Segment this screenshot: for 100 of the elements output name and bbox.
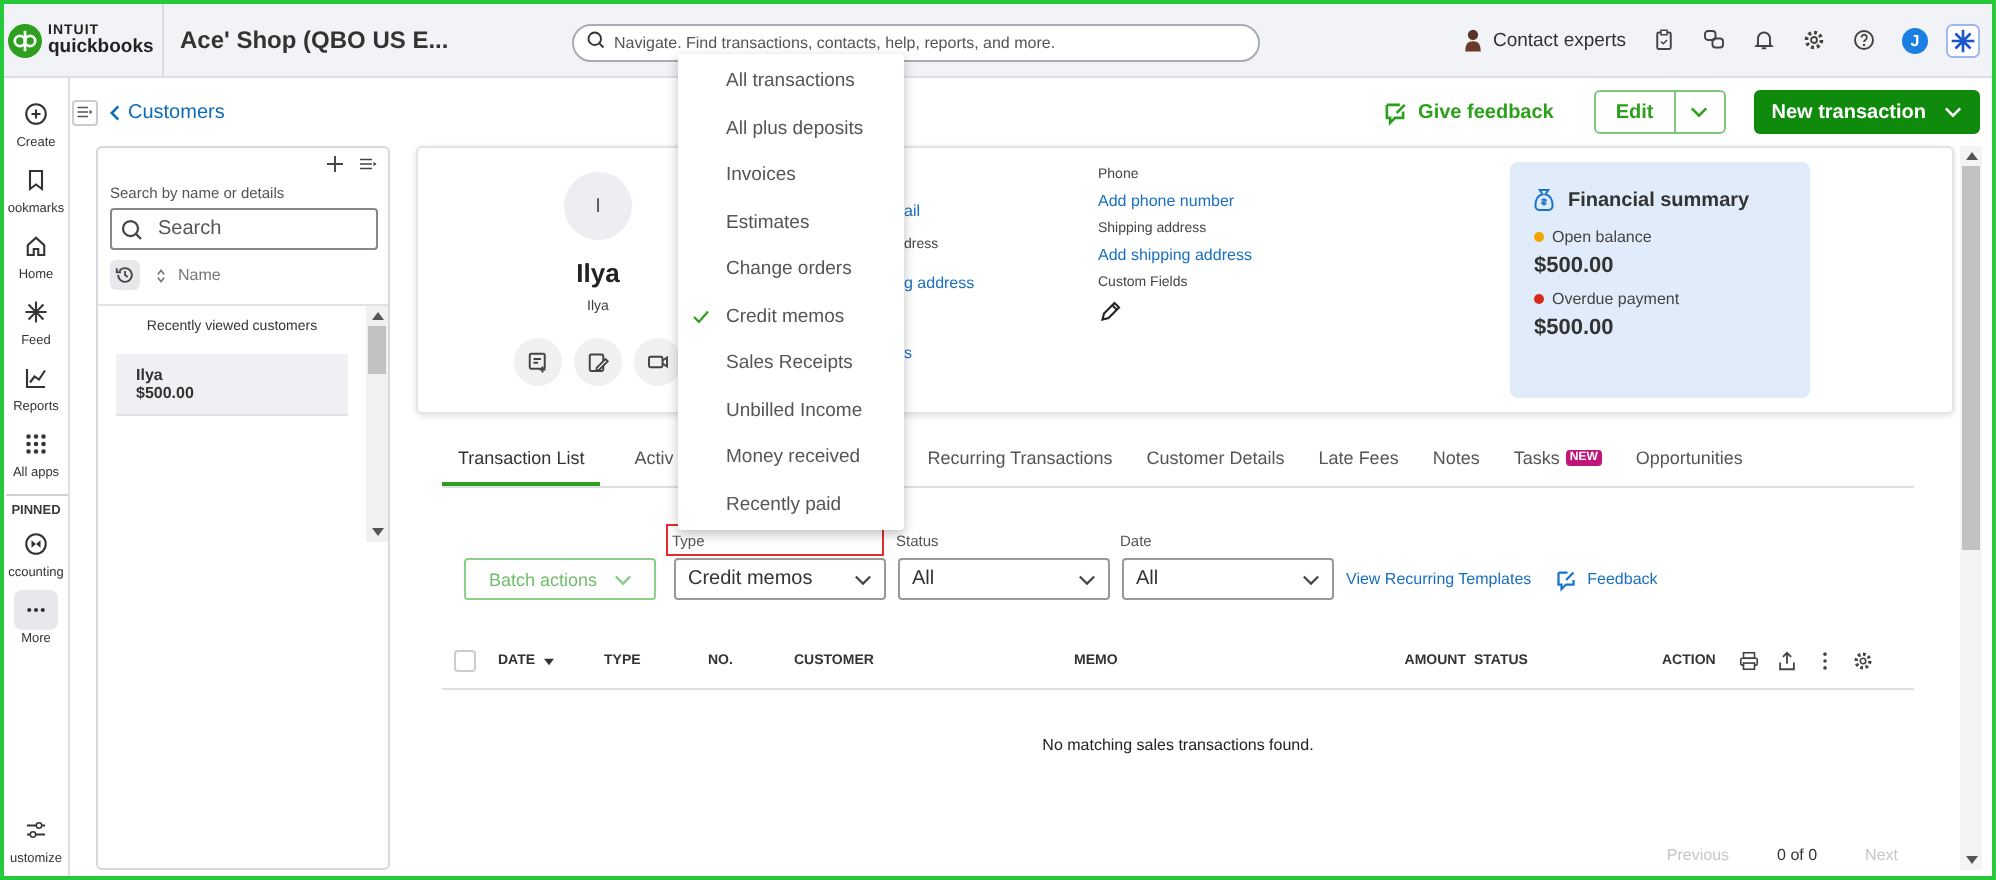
bell-icon[interactable] xyxy=(1752,28,1776,52)
customer-list-item[interactable]: Ilya $500.00 xyxy=(116,354,348,416)
contact-experts-link[interactable]: Contact experts xyxy=(1492,29,1626,51)
summary-label: Open balance xyxy=(1552,228,1652,246)
settings-icon[interactable] xyxy=(1852,650,1874,672)
tab[interactable]: Activ xyxy=(634,434,674,486)
feedback-icon xyxy=(1553,567,1578,591)
add-link[interactable]: Add shipping address xyxy=(1098,246,1510,264)
scrollbar[interactable] xyxy=(366,306,388,542)
chevron-down-icon xyxy=(1690,106,1709,118)
contact-link[interactable]: s xyxy=(904,344,912,380)
card-title: Financial summary xyxy=(1568,189,1750,211)
sparkle-icon xyxy=(24,300,48,324)
search-icon xyxy=(120,217,144,241)
scroll-thumb[interactable] xyxy=(1962,166,1980,550)
filter-dropdown[interactable]: All xyxy=(898,558,1110,600)
scrollbar[interactable] xyxy=(1960,146,1982,870)
note-add-icon xyxy=(526,350,550,374)
checkmark-icon xyxy=(691,309,709,324)
export-icon[interactable] xyxy=(1776,650,1798,672)
tab[interactable]: Notes xyxy=(1432,434,1480,486)
customer-name: Ilya xyxy=(576,258,620,288)
menu-item[interactable]: Estimates xyxy=(678,199,904,246)
list-collapse-icon xyxy=(76,104,94,120)
search-icon xyxy=(586,30,606,50)
summary-amount: $500.00 xyxy=(1534,254,1616,278)
logo-product: quickbooks xyxy=(48,37,154,57)
menu-item[interactable]: Change orders xyxy=(678,246,904,293)
sort-button[interactable]: Name xyxy=(156,266,221,284)
filter-dropdown[interactable]: Credit memos xyxy=(674,558,886,600)
search-field[interactable]: Search xyxy=(110,208,378,250)
history-icon xyxy=(114,264,136,286)
tab[interactable]: Transaction List xyxy=(442,434,601,486)
help-icon[interactable] xyxy=(1852,28,1876,52)
company-name: Ace' Shop (QBO US E... xyxy=(180,26,451,54)
list-options-icon[interactable] xyxy=(360,156,378,172)
new-transaction-button[interactable]: New transaction xyxy=(1753,90,1980,134)
view-recurring-templates-link[interactable]: View Recurring Templates xyxy=(1346,558,1532,600)
assistant-icon[interactable] xyxy=(1946,23,1980,57)
print-icon[interactable] xyxy=(1738,650,1760,672)
page-count: 0 of 0 xyxy=(1777,846,1818,864)
history-button[interactable] xyxy=(110,260,140,290)
circle-icon xyxy=(24,532,48,556)
filter-dropdown[interactable]: All xyxy=(1122,558,1334,600)
sort-icon xyxy=(156,267,166,283)
scroll-up-icon[interactable] xyxy=(371,312,383,320)
menu-item[interactable]: All transactions xyxy=(678,58,904,105)
clipboard-icon[interactable] xyxy=(1652,28,1676,52)
menu-item[interactable]: Invoices xyxy=(678,152,904,199)
edit-note-button[interactable] xyxy=(574,338,622,386)
chat-bubbles-icon[interactable] xyxy=(1702,28,1726,52)
tab[interactable]: Recurring Transactions xyxy=(927,434,1113,486)
menu-item[interactable]: Credit memos xyxy=(678,293,904,340)
feedback-icon xyxy=(1382,99,1409,125)
customer-avatar: I xyxy=(564,172,632,240)
clipboard-edit-icon xyxy=(586,350,610,374)
menu-item[interactable]: Money received xyxy=(678,434,904,481)
note-button[interactable] xyxy=(514,338,562,386)
add-link[interactable]: Add phone number xyxy=(1098,192,1510,210)
plus-circle-icon xyxy=(24,102,48,126)
line-chart-icon xyxy=(24,366,48,390)
contact-link[interactable]: g address xyxy=(904,274,975,310)
tab[interactable]: Late Fees xyxy=(1318,434,1399,486)
feedback-link[interactable]: Feedback xyxy=(1553,558,1658,600)
scroll-thumb[interactable] xyxy=(368,326,386,374)
menu-item[interactable]: Recently paid xyxy=(678,481,904,528)
search-field[interactable]: Navigate. Find transactions, contacts, help, reports, and more. xyxy=(572,23,1260,61)
chevron-left-icon xyxy=(110,103,120,121)
video-button[interactable] xyxy=(634,338,682,386)
menu-item[interactable]: Unbilled Income xyxy=(678,387,904,434)
tab[interactable]: Customer Details xyxy=(1146,434,1285,486)
tab[interactable]: Opportunities xyxy=(1635,434,1743,486)
scroll-up-icon[interactable] xyxy=(1965,152,1977,160)
plus-icon[interactable] xyxy=(326,156,344,172)
money-bag-icon xyxy=(1534,188,1554,212)
grid-icon xyxy=(24,432,48,456)
summary-label: Overdue payment xyxy=(1552,290,1680,308)
pencil-icon[interactable] xyxy=(1098,300,1122,324)
empty-message: No matching sales transactions found. xyxy=(1040,736,1316,754)
chevron-down-icon xyxy=(854,573,872,585)
contact-link[interactable]: ail xyxy=(904,202,921,238)
sort-down-icon xyxy=(543,657,554,665)
video-camera-icon xyxy=(646,350,670,374)
home-icon xyxy=(24,234,48,258)
user-avatar[interactable]: J xyxy=(1902,27,1928,53)
chevron-down-icon xyxy=(1302,573,1320,585)
menu-item[interactable]: Sales Receipts xyxy=(678,340,904,387)
chevron-down-icon xyxy=(1078,573,1096,585)
person-avatar-icon xyxy=(1464,28,1483,52)
settings-icon[interactable] xyxy=(1802,28,1826,52)
summary-amount: $500.00 xyxy=(1534,316,1616,340)
scroll-down-icon[interactable] xyxy=(371,528,383,536)
back-link[interactable]: Customers xyxy=(110,101,225,123)
select-all-checkbox[interactable] xyxy=(454,650,476,672)
logo-icon xyxy=(8,23,42,57)
panel-toggle-button[interactable] xyxy=(72,99,98,125)
sliders-icon xyxy=(24,818,48,842)
menu-item[interactable]: All plus deposits xyxy=(678,105,904,152)
scroll-down-icon[interactable] xyxy=(1965,856,1977,864)
chevron-down-icon xyxy=(613,573,632,585)
